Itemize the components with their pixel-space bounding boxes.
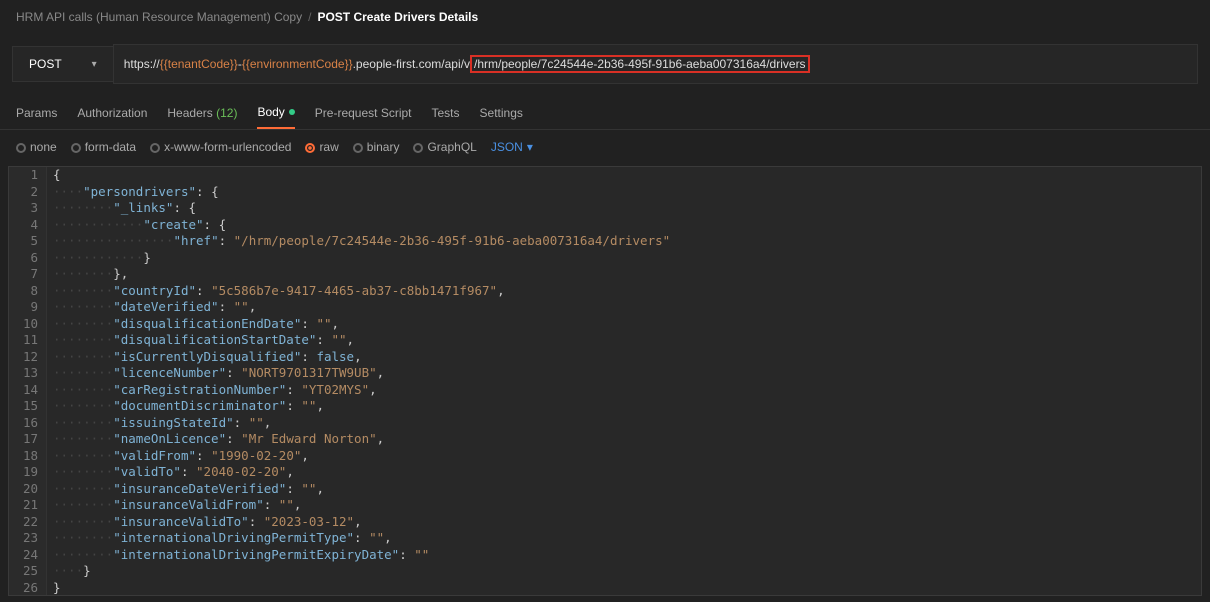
tab-settings[interactable]: Settings [480,98,523,128]
tab-body[interactable]: Body [257,97,294,129]
radio-binary[interactable]: binary [353,140,400,154]
chevron-down-icon: ▾ [92,59,97,70]
tab-headers-label: Headers [167,106,212,120]
radio-binary-label: binary [367,140,400,154]
tab-tests[interactable]: Tests [432,98,460,128]
request-tabs: Params Authorization Headers (12) Body P… [0,96,1210,130]
radio-xform[interactable]: x-www-form-urlencoded [150,140,291,154]
tab-body-label: Body [257,105,284,119]
url-highlight: /hrm/people/7c24544e-2b36-495f-91b6-aeba… [470,55,810,73]
method-selector[interactable]: POST ▾ [12,46,113,82]
body-modified-dot [289,109,295,115]
method-label: POST [29,57,62,71]
tab-headers-count: (12) [216,106,237,120]
radio-none[interactable]: none [16,140,57,154]
tab-authorization[interactable]: Authorization [77,98,147,128]
raw-format-selector[interactable]: JSON ▾ [491,140,533,154]
tab-prerequest[interactable]: Pre-request Script [315,98,412,128]
body-type-row: none form-data x-www-form-urlencoded raw… [0,130,1210,160]
url-proto: https:// [124,57,160,71]
request-url-bar: POST ▾ https://{{tenantCode}}-{{environm… [0,32,1210,96]
url-var-env: {{environmentCode}} [242,57,353,71]
url-domain: .people-first.com/api/v [353,57,470,71]
raw-format-label: JSON [491,140,523,154]
radio-xform-label: x-www-form-urlencoded [164,140,291,154]
tab-params[interactable]: Params [16,98,57,128]
url-input[interactable]: https://{{tenantCode}}-{{environmentCode… [113,44,1198,84]
radio-none-label: none [30,140,57,154]
radio-form-data[interactable]: form-data [71,140,136,154]
body-editor[interactable]: 1{2····"persondrivers": {3········"_link… [8,166,1202,596]
radio-graphql-label: GraphQL [427,140,476,154]
url-var-tenant: {{tenantCode}} [160,57,238,71]
breadcrumb-sep: / [308,10,311,24]
breadcrumb-current: POST Create Drivers Details [317,10,478,24]
chevron-down-icon: ▾ [527,140,533,154]
radio-raw-label: raw [319,140,338,154]
breadcrumb-parent[interactable]: HRM API calls (Human Resource Management… [16,10,302,24]
radio-raw[interactable]: raw [305,140,338,154]
radio-graphql[interactable]: GraphQL [413,140,476,154]
tab-headers[interactable]: Headers (12) [167,98,237,128]
radio-form-label: form-data [85,140,136,154]
breadcrumb: HRM API calls (Human Resource Management… [0,0,1210,32]
